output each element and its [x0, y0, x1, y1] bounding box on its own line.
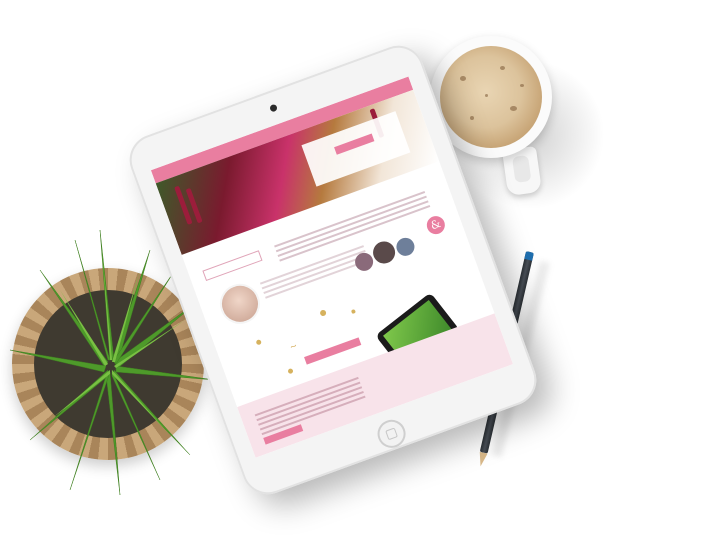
foam-spot: [500, 66, 505, 70]
round-photo: [393, 235, 417, 259]
author-avatar: [214, 278, 266, 330]
foam-spot: [510, 106, 517, 111]
pencil-tip: [476, 451, 488, 468]
home-button: [373, 415, 410, 452]
site-pill-button[interactable]: [202, 250, 263, 282]
pink-button[interactable]: [304, 337, 362, 365]
ampersand-badge: &: [424, 213, 448, 237]
cup-handle-hole: [511, 155, 532, 184]
pink-section: [237, 313, 514, 458]
pencil-cap: [524, 251, 534, 261]
foam-spot: [520, 84, 524, 87]
tablet-camera: [269, 103, 279, 113]
script-heading: ~: [288, 341, 300, 354]
gold-dot: [350, 308, 356, 315]
foam-spot: [470, 116, 474, 120]
gold-dot: [255, 339, 262, 346]
site-hero-image: [155, 89, 440, 255]
gold-dot: [287, 367, 294, 375]
desk-scene: & ~: [0, 0, 711, 558]
gold-dot: [319, 309, 327, 317]
foam-spot: [485, 94, 488, 97]
coffee-surface: [440, 46, 542, 148]
round-photo: [369, 238, 399, 267]
foam-spot: [460, 76, 466, 81]
